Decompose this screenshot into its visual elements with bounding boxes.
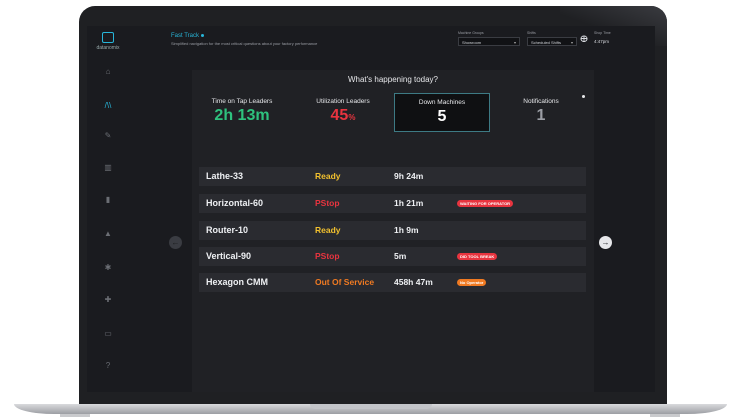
chart-icon[interactable]: ▥ xyxy=(102,162,114,174)
stat-number: 2h 13m xyxy=(214,107,270,124)
document-icon[interactable]: ▮ xyxy=(102,194,114,206)
settings-icon[interactable]: ✱ xyxy=(102,262,114,274)
machine-row[interactable]: Lathe-33 Ready 9h 24m xyxy=(199,167,586,186)
shifts-value: Scheduled Shifts xyxy=(531,40,562,45)
next-arrow-icon[interactable]: → xyxy=(599,236,612,249)
status-badge: No Operator xyxy=(457,279,487,286)
fast-track-panel: What's happening today? Time on Tap Lead… xyxy=(192,70,594,392)
logo-icon xyxy=(102,32,114,43)
stat-number: 1 xyxy=(536,107,546,124)
stat-value: 5 xyxy=(395,108,489,126)
machine-status: Ready xyxy=(315,225,341,235)
shifts-select[interactable]: Scheduled Shifts ▾ xyxy=(527,37,577,46)
machine-status: PStop xyxy=(315,198,340,208)
help-icon[interactable]: ? xyxy=(102,360,114,372)
machine-duration: 5m xyxy=(394,251,407,261)
machine-row[interactable]: Vertical-90 PStop 5m DID TOOL BREAK xyxy=(199,247,586,266)
stat-notifications[interactable]: Notifications 1 xyxy=(493,93,589,132)
chevron-down-icon: ▾ xyxy=(513,40,516,45)
stat-utilization-leaders[interactable]: Utilization Leaders 45% xyxy=(295,93,391,132)
machine-status: Out Of Service xyxy=(315,277,375,287)
machine-name: Hexagon CMM xyxy=(206,277,269,287)
stat-time-on-tap-leaders[interactable]: Time on Tap Leaders 2h 13m xyxy=(194,93,290,132)
logo-text: datanomix xyxy=(96,45,120,51)
stat-label: Down Machines xyxy=(418,99,466,106)
machine-duration: 1h 9m xyxy=(394,225,419,235)
alert-icon[interactable]: ▲ xyxy=(102,228,114,240)
shop-time-label: Shop Time xyxy=(594,31,611,35)
machine-duration: 9h 24m xyxy=(394,171,424,181)
machine-groups-value: Showroom xyxy=(462,40,482,45)
machine-name: Vertical-90 xyxy=(206,251,252,261)
page-title: Fast Track xyxy=(171,33,205,39)
notifications-indicator-icon xyxy=(582,95,585,98)
page-subtitle: Simplified navigation for the most criti… xyxy=(171,41,318,46)
fast-track-icon[interactable]: /\\ xyxy=(102,100,114,112)
wrench-icon[interactable]: ✎ xyxy=(102,130,114,142)
chevron-down-icon: ▾ xyxy=(570,40,573,45)
shop-time-value: 4:47pm xyxy=(594,39,610,44)
previous-arrow-icon[interactable]: ← xyxy=(169,236,182,249)
shifts-label: Shifts xyxy=(527,31,536,35)
stat-unit: % xyxy=(348,113,356,122)
puzzle-icon[interactable]: ✚ xyxy=(102,294,114,306)
status-badge: WAITING FOR OPERATOR xyxy=(457,200,514,207)
machine-duration: 458h 47m xyxy=(394,277,433,287)
machine-groups-label: Machine Groups xyxy=(458,31,484,35)
stat-label: Utilization Leaders xyxy=(316,98,370,105)
sidebar: datanomix ⌂ /\\ ✎ ▥ ▮ ▲ ✱ ✚ ▭? xyxy=(87,26,129,392)
monitor-icon[interactable]: ▭ xyxy=(102,328,114,340)
machine-status: PStop xyxy=(315,251,340,261)
panel-title: What's happening today? xyxy=(347,75,439,84)
stat-down-machines[interactable]: Down Machines 5 xyxy=(394,93,490,132)
stat-label: Time on Tap Leaders xyxy=(211,98,273,105)
logo[interactable]: datanomix xyxy=(95,32,121,51)
machine-name: Lathe-33 xyxy=(206,171,244,181)
shift-timer-icon[interactable]: ⴲ xyxy=(580,34,590,44)
stat-number: 45 xyxy=(330,107,349,124)
status-badge: DID TOOL BREAK xyxy=(457,253,498,260)
stat-value: 1 xyxy=(493,107,589,125)
machine-duration: 1h 21m xyxy=(394,198,424,208)
machine-row[interactable]: Hexagon CMM Out Of Service 458h 47m No Oper… xyxy=(199,273,586,292)
machine-row[interactable]: Router-10 Ready 1h 9m xyxy=(199,221,586,240)
app-screen: datanomix ⌂ /\\ ✎ ▥ ▮ ▲ ✱ ✚ ▭? Fast Track Simpli… xyxy=(87,26,655,392)
home-icon[interactable]: ⌂ xyxy=(102,66,114,78)
stat-value: 45% xyxy=(295,107,391,125)
stat-number: 5 xyxy=(437,108,447,125)
machine-name: Horizontal-60 xyxy=(206,198,264,208)
machine-name: Router-10 xyxy=(206,225,249,235)
machine-row[interactable]: Horizontal-60 PStop 1h 21m WAITING FOR OPER… xyxy=(199,194,586,213)
machine-groups-select[interactable]: Showroom ▾ xyxy=(458,37,520,46)
laptop-notch xyxy=(310,404,432,409)
machine-status: Ready xyxy=(315,171,341,181)
stat-label: Notifications xyxy=(523,98,559,105)
info-dot-icon[interactable] xyxy=(201,33,205,37)
stat-value: 2h 13m xyxy=(194,107,290,125)
